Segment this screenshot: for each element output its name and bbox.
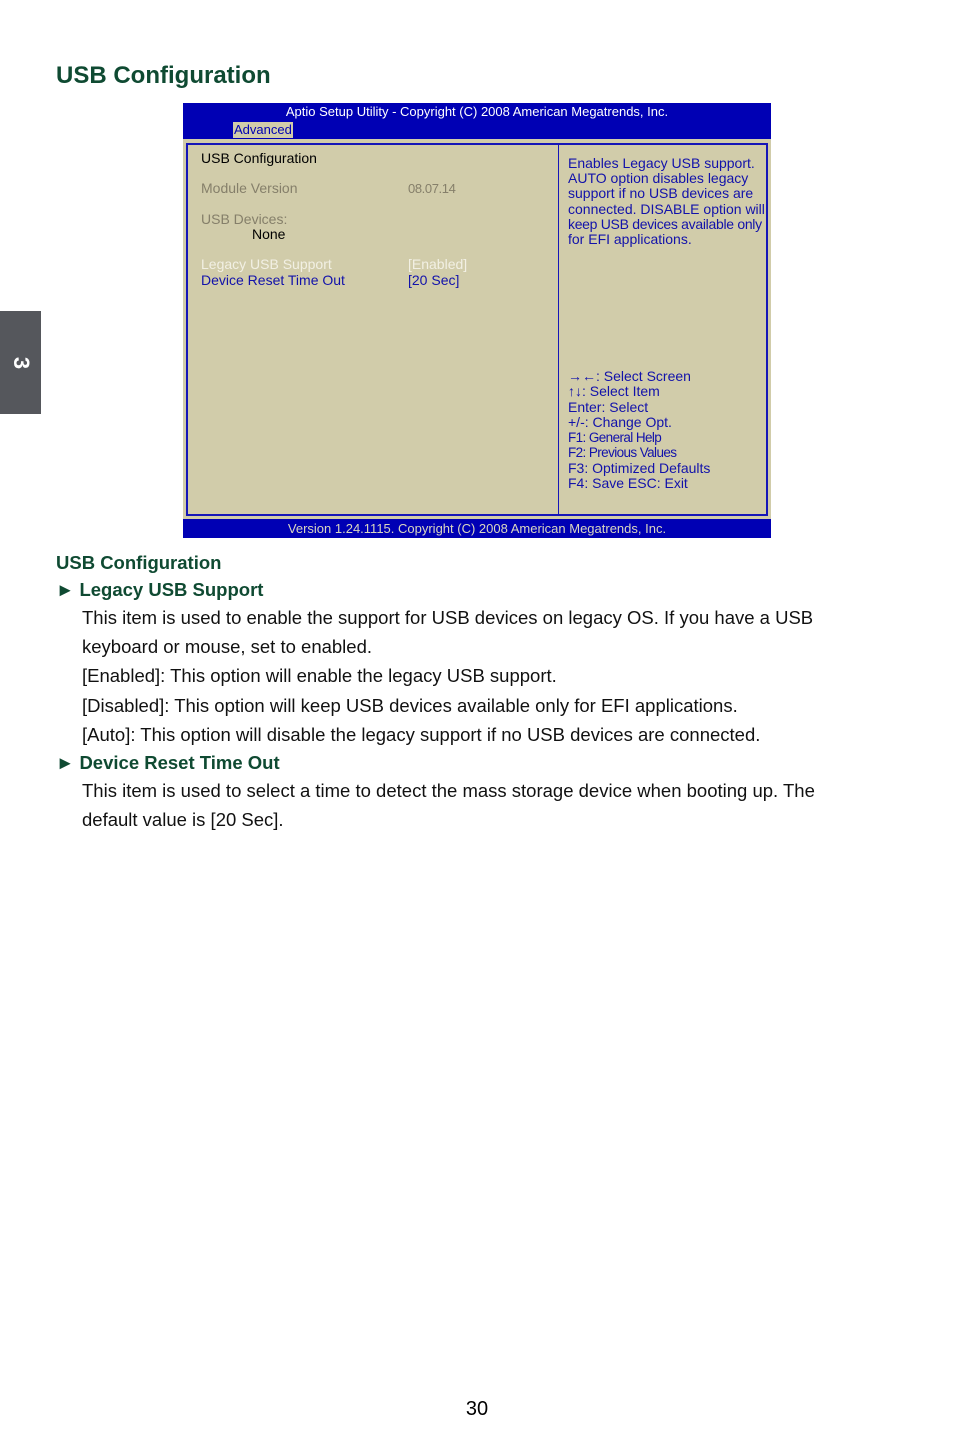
- key-legend: →←: Select Screen ↑↓: Select Item Enter:…: [568, 368, 711, 492]
- key-general-help: F1: General Help: [568, 430, 662, 446]
- paragraph: [Auto]: This option will disable the leg…: [82, 723, 761, 745]
- bios-header: Aptio Setup Utility - Copyright (C) 2008…: [183, 103, 771, 139]
- paragraph: [Enabled]: This option will enable the l…: [82, 665, 557, 687]
- key-select-screen: →←: Select Screen: [568, 368, 691, 384]
- section-title: USB Configuration: [56, 552, 222, 573]
- key-select-item: ↑↓: Select Item: [568, 383, 660, 400]
- chapter-tab: 3: [0, 311, 41, 414]
- key-save-exit: F4: Save ESC: Exit: [568, 475, 688, 492]
- key-optimized-defaults: F3: Optimized Defaults: [568, 459, 711, 476]
- usb-devices-label: USB Devices:: [201, 211, 288, 227]
- key-change-opt: +/-: Change Opt.: [568, 413, 672, 430]
- help-line: for EFI applications.: [568, 231, 692, 248]
- module-version-label: Module Version: [201, 180, 298, 196]
- help-line: support if no USB devices are: [568, 185, 754, 202]
- page-number: 30: [465, 1398, 489, 1420]
- paragraph: This item is used to enable the support …: [82, 607, 814, 628]
- help-line: Enables Legacy USB support.: [568, 155, 755, 171]
- bios-footer: Version 1.24.1115. Copyright (C) 2008 Am…: [287, 521, 667, 536]
- paragraph: This item is used to select a time to de…: [82, 780, 815, 802]
- paragraph: [Disabled]: This option will keep USB de…: [82, 694, 738, 716]
- help-line: AUTO option disables legacy: [568, 170, 749, 187]
- device-reset-timeout-value[interactable]: [20 Sec]: [408, 272, 459, 288]
- chapter-number: 3: [8, 356, 34, 369]
- help-text: Enables Legacy USB support. AUTO option …: [568, 155, 773, 248]
- item-title-legacy-usb-support: ► Legacy USB Support: [56, 579, 264, 600]
- description-section: USB Configuration ► Legacy USB Support T…: [56, 550, 916, 834]
- page-title: USB Configuration: [56, 62, 271, 89]
- device-reset-timeout-label[interactable]: Device Reset Time Out: [201, 272, 345, 288]
- pane-divider: [558, 145, 559, 514]
- help-line: keep USB devices available only: [568, 215, 762, 232]
- item-title-device-reset-time-out: ► Device Reset Time Out: [56, 752, 280, 774]
- tab-advanced[interactable]: Advanced: [233, 122, 293, 138]
- screen-title: USB Configuration: [201, 150, 317, 166]
- bios-body: USB Configuration Module Version 08.07.1…: [183, 139, 771, 519]
- usb-devices-value: None: [252, 226, 286, 242]
- bios-screenshot: Aptio Setup Utility - Copyright (C) 2008…: [183, 103, 771, 538]
- paragraph: default value is [20 Sec].: [82, 809, 284, 831]
- bios-header-title: Aptio Setup Utility - Copyright (C) 2008…: [285, 104, 669, 119]
- module-version-value: 08.07.14: [408, 181, 456, 196]
- help-line: connected. DISABLE option will: [568, 200, 765, 217]
- key-previous-values: F2: Previous Values: [568, 445, 677, 461]
- bios-frame: USB Configuration Module Version 08.07.1…: [186, 143, 768, 516]
- paragraph: keyboard or mouse, set to enabled.: [82, 636, 373, 658]
- key-enter-select: Enter: Select: [568, 398, 649, 415]
- legacy-usb-support-value[interactable]: [Enabled]: [408, 256, 467, 272]
- legacy-usb-support-label[interactable]: Legacy USB Support: [201, 256, 332, 272]
